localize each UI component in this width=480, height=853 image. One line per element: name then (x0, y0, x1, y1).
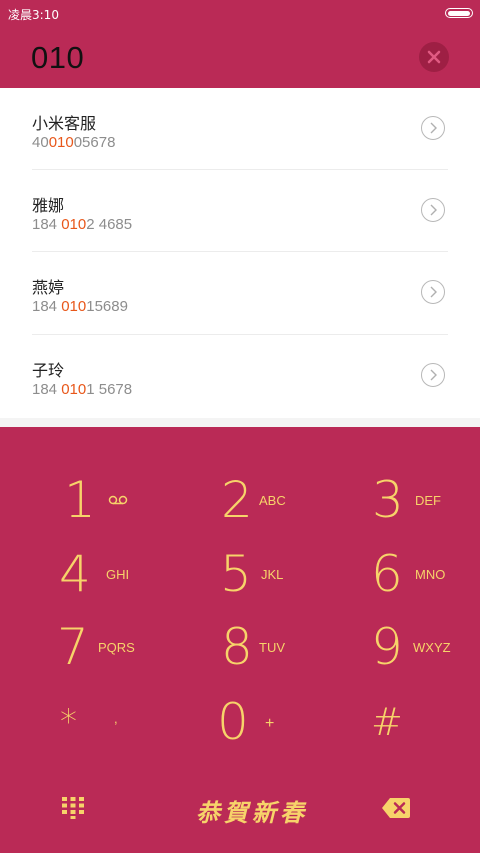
contact-name: 小米客服 (32, 114, 97, 133)
key-letters: ABC (259, 493, 286, 508)
key-0[interactable]: 0 + (160, 685, 320, 758)
new-year-greeting: 恭賀新春 (196, 798, 308, 827)
key-digit: 2 (221, 471, 253, 529)
key-digit: 1 (64, 471, 96, 529)
contact-phone: 184 01015689 (32, 298, 128, 315)
contact-phone: 184 0101 5678 (32, 381, 133, 398)
key-2[interactable]: 2 ABC (160, 463, 320, 536)
contact-detail-button[interactable] (421, 198, 445, 222)
key-letters: WXYZ (413, 640, 451, 655)
key-letters: DEF (415, 493, 441, 508)
key-digit: 4 (59, 545, 91, 603)
close-icon (427, 50, 441, 64)
backspace-button[interactable] (381, 797, 411, 824)
dialpad-toggle-button[interactable] (61, 796, 85, 825)
contact-row[interactable]: 燕婷 184 01015689 (0, 252, 480, 334)
key-letters: PQRS (98, 640, 135, 655)
chevron-right-icon (430, 204, 437, 216)
key-6[interactable]: 6 MNO (320, 537, 480, 610)
key-digit: # (371, 700, 403, 744)
contact-row[interactable]: 子玲 184 0101 5678 (0, 335, 480, 417)
key-digit: 5 (220, 545, 252, 603)
dial-header: 010 (0, 26, 480, 88)
clear-button[interactable] (419, 42, 449, 72)
key-digit: 8 (221, 618, 253, 676)
status-time: 凌晨3:10 (8, 8, 59, 22)
chevron-right-icon (430, 286, 437, 298)
key-4[interactable]: 4 GHI (0, 537, 160, 610)
contact-row[interactable]: 雅娜 184 0102 4685 (0, 170, 480, 252)
key-3[interactable]: 3 DEF (320, 463, 480, 536)
list-bottom-shadow (0, 418, 480, 427)
chevron-right-icon (430, 369, 437, 381)
key-digit: 9 (371, 618, 403, 676)
dialpad-icon (62, 797, 84, 819)
voicemail-icon (108, 495, 128, 505)
contact-phone: 184 0102 4685 (32, 216, 133, 233)
contact-detail-button[interactable] (421, 363, 445, 387)
contact-detail-button[interactable] (421, 116, 445, 140)
contact-name: 子玲 (32, 361, 65, 380)
battery-icon (445, 8, 473, 18)
contact-name: 燕婷 (32, 278, 65, 297)
dialed-number: 010 (31, 40, 85, 75)
key-letters: + (265, 715, 275, 732)
key-digit: 0 (217, 693, 249, 751)
contact-name: 雅娜 (32, 196, 65, 215)
contact-results-list: 小米客服 4001005678 雅娜 184 0102 4685 燕婷 184 … (0, 88, 480, 418)
contact-phone: 4001005678 (32, 134, 116, 151)
key-9[interactable]: 9 WXYZ (320, 610, 480, 683)
contact-row[interactable]: 小米客服 4001005678 (0, 88, 480, 170)
key-8[interactable]: 8 TUV (160, 610, 320, 683)
key-star[interactable]: * , (0, 685, 160, 758)
key-7[interactable]: 7 PQRS (0, 610, 160, 683)
key-digit: 7 (57, 618, 89, 676)
dial-keypad: 1 2 ABC 3 DEF 4 GHI 5 JKL 6 MNO 7 PQRS 8… (0, 427, 480, 853)
backspace-icon (382, 798, 410, 818)
key-letters: GHI (106, 567, 130, 582)
contact-detail-button[interactable] (421, 280, 445, 304)
key-letters: TUV (259, 640, 285, 655)
chevron-right-icon (430, 122, 437, 134)
key-digit: 3 (372, 471, 404, 529)
key-1[interactable]: 1 (0, 463, 160, 536)
key-5[interactable]: 5 JKL (160, 537, 320, 610)
key-letters: JKL (261, 567, 284, 582)
key-pound[interactable]: # (320, 685, 480, 758)
key-letters: MNO (415, 567, 446, 582)
key-digit: 6 (371, 545, 403, 603)
key-letters: , (114, 711, 118, 726)
key-digit: * (60, 702, 77, 742)
status-bar: 凌晨3:10 (0, 0, 480, 26)
